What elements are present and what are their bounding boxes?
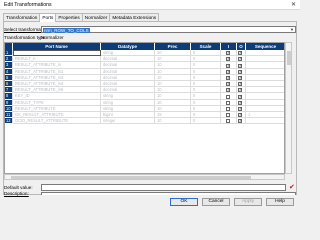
input-checkbox[interactable] [226,50,230,56]
default-value-input[interactable] [41,184,286,191]
output-checkbox[interactable] [238,69,242,74]
tab-properties[interactable]: Properties [55,13,83,21]
ports-grid: Port Name Datatype Prec Scale I O Sequence 1st… [4,42,285,174]
output-checkbox[interactable] [238,94,242,99]
input-checkbox[interactable] [226,113,230,118]
help-button[interactable]: Help [266,198,294,206]
scroll-thumb[interactable] [11,176,251,179]
output-checkbox[interactable] [238,50,242,56]
description-label: Description: [4,191,29,196]
scroll-thumb[interactable] [287,51,291,65]
input-checkbox[interactable] [226,100,230,105]
input-checkbox[interactable] [226,75,230,80]
column-header-datatype[interactable]: Datatype [101,43,155,50]
prec-cell[interactable]: 10 [155,118,191,125]
output-checkbox[interactable] [238,100,242,105]
column-header-output[interactable]: O [237,43,246,50]
grid-corner [5,43,13,50]
output-checkbox[interactable] [238,87,242,93]
row-number: 12 [5,118,13,125]
input-checkbox[interactable] [226,119,230,124]
input-checkbox[interactable] [226,56,230,62]
description-row: Description: [4,191,296,196]
column-header-prec[interactable]: Prec [155,43,191,50]
cancel-button[interactable]: Cancel [202,198,230,206]
input-checkbox[interactable] [226,81,230,87]
scale-cell[interactable]: 0 [191,118,221,125]
grid-header: Port Name Datatype Prec Scale I O Sequence [5,43,284,50]
tab-normalizer[interactable]: Normalizer [81,13,111,21]
tab-ports[interactable]: Ports [39,13,57,22]
button-bar: OK Cancel Apply Help [0,197,300,209]
column-header-sequence[interactable]: Sequence [246,43,284,50]
column-header-input[interactable]: I [221,43,237,50]
input-checkbox[interactable] [226,106,230,111]
validate-check-icon[interactable]: ✔ [289,183,295,191]
output-checkbox[interactable] [238,75,242,80]
column-header-scale[interactable]: Scale [191,43,221,50]
output-checkbox[interactable] [238,112,242,118]
input-checkbox[interactable] [226,69,230,74]
tab-metadata-extensions[interactable]: Metadata Extensions [109,13,160,21]
input-checkbox[interactable] [226,63,230,68]
sequence-cell[interactable] [246,118,284,125]
column-header-port-name[interactable]: Port Name [13,43,101,50]
select-transformation-value: nrm_ROW_TO_COLS [43,27,90,33]
vertical-scrollbar[interactable] [285,42,292,174]
window-title: Edit Transformations [4,2,52,8]
transformation-type-row: Transformation type: Normalizer [4,35,124,41]
datatype-cell[interactable]: integer [101,118,155,125]
port-name-cell[interactable]: GCID_RESULT_ATTRIBUTE [13,118,101,125]
input-cell[interactable] [221,118,237,125]
close-icon[interactable]: ✕ [289,1,298,9]
tab-transformation[interactable]: Transformation [3,13,41,21]
title-bar: Edit Transformations ✕ [0,0,300,10]
input-checkbox[interactable] [226,87,230,93]
select-transformation-row: Select transformation: nrm_ROW_TO_COLS ▼ [4,26,296,33]
output-checkbox[interactable] [238,106,242,111]
horizontal-scrollbar[interactable] [4,174,285,180]
output-cell[interactable] [237,118,246,125]
input-checkbox[interactable] [226,94,230,99]
apply-button[interactable]: Apply [234,198,262,206]
ok-button[interactable]: OK [170,198,198,206]
output-checkbox[interactable] [238,118,242,124]
table-row[interactable]: 12 GCID_RESULT_ATTRIBUTE integer 10 0 [5,118,284,125]
tab-strip: Transformation Ports Properties Normaliz… [3,13,160,22]
output-checkbox[interactable] [238,63,242,68]
default-value-row: Default value: ✔ [4,184,296,191]
select-transformation-dropdown[interactable]: nrm_ROW_TO_COLS ▼ [41,26,296,33]
transformation-type-value: Normalizer [41,35,64,40]
output-checkbox[interactable] [238,56,242,62]
description-input[interactable] [41,192,296,195]
chevron-down-icon[interactable]: ▼ [289,27,295,32]
output-checkbox[interactable] [238,81,242,87]
default-value-label: Default value: [4,185,33,190]
